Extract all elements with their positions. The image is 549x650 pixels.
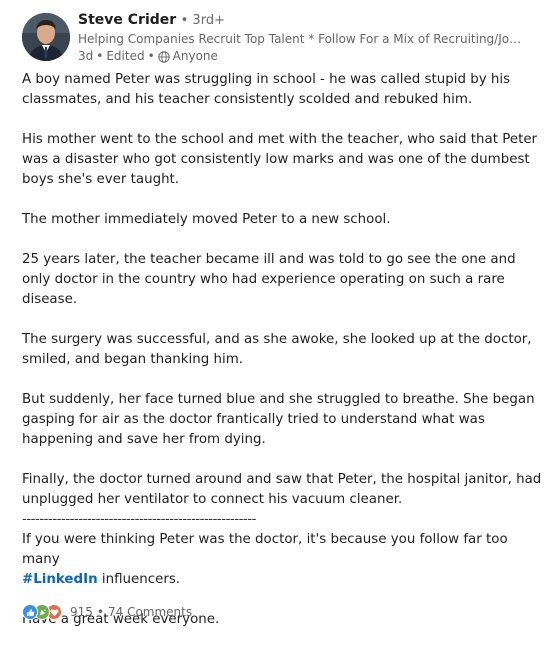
author-name-line: Steve Crider • 3rd+ (78, 10, 540, 31)
linkedin-post: Steve Crider • 3rd+ Helping Companies Re… (0, 0, 549, 627)
globe-icon (157, 50, 170, 63)
author-meta: Steve Crider • 3rd+ Helping Companies Re… (78, 10, 540, 65)
author-name[interactable]: Steve Crider (78, 12, 176, 28)
reaction-count[interactable]: 915 (70, 605, 93, 619)
post-paragraph: His mother went to the school and met wi… (22, 132, 538, 187)
visibility-label: Anyone (172, 49, 218, 63)
separator-dot: • (96, 605, 104, 619)
author-headline: Helping Companies Recruit Top Talent * F… (78, 32, 528, 46)
post-paragraph: Finally, the doctor turned around and sa… (22, 472, 542, 507)
post-paragraph: 25 years later, the teacher became ill a… (22, 252, 516, 307)
edited-label: Edited (106, 49, 145, 63)
hashtag-link[interactable]: #LinkedIn (22, 572, 98, 587)
reaction-icons[interactable] (22, 604, 62, 620)
like-icon (22, 604, 38, 620)
post-closing-paragraph: If you were thinking Peter was the docto… (22, 530, 544, 590)
text-divider: ----------------------------------------… (22, 512, 256, 527)
post-paragraph: The mother immediately moved Peter to a … (22, 212, 391, 227)
post-body: A boy named Peter was struggling in scho… (22, 70, 544, 650)
post-paragraph: But suddenly, her face turned blue and s… (22, 392, 535, 447)
connection-degree: • 3rd+ (180, 13, 225, 28)
social-counts: 915 • 74 Comments (22, 603, 192, 621)
closing-text: If you were thinking Peter was the docto… (22, 532, 508, 567)
separator-dot: • (96, 49, 104, 63)
post-paragraph: A boy named Peter was struggling in scho… (22, 72, 511, 107)
avatar-image (22, 13, 70, 61)
post-paragraph: The surgery was successful, and as she a… (22, 332, 532, 367)
avatar[interactable] (22, 13, 70, 61)
separator-dot: • (147, 49, 155, 63)
post-header: Steve Crider • 3rd+ Helping Companies Re… (22, 10, 542, 66)
post-time: 3d (78, 49, 94, 63)
post-timestamp-line: 3d • Edited • Anyone (78, 48, 540, 65)
comments-count-link[interactable]: 74 Comments (108, 605, 192, 619)
closing-text-end: influencers. (97, 572, 181, 587)
